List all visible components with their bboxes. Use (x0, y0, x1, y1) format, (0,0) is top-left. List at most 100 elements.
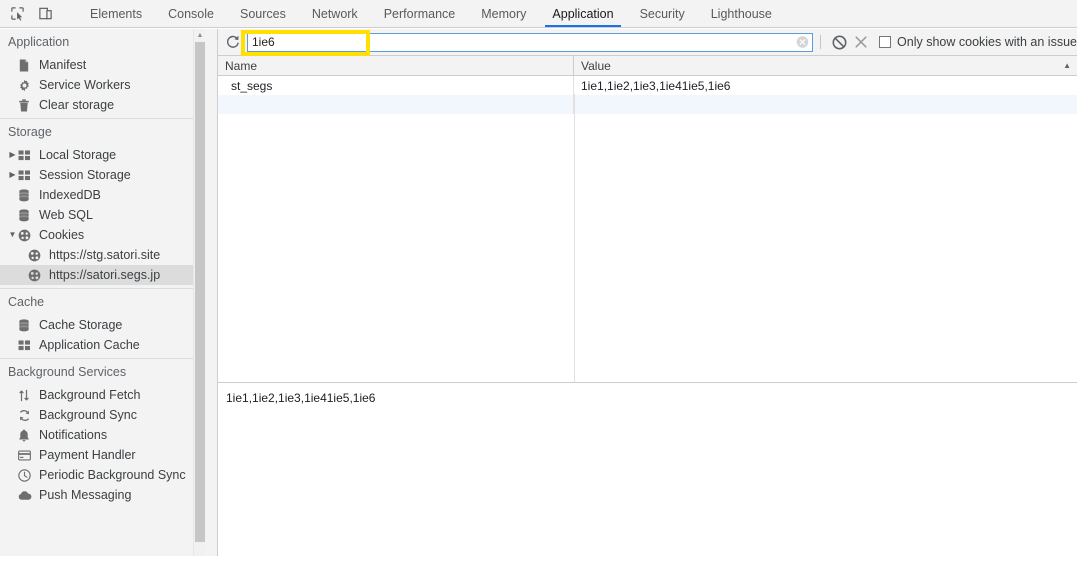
credit-card-icon-svg (18, 450, 31, 460)
tab-application[interactable]: Application (539, 0, 626, 27)
tab-label: Console (168, 6, 214, 21)
clock-icon (18, 468, 36, 482)
clock-icon-svg (18, 468, 31, 482)
trash-icon (18, 98, 36, 112)
device-toolbar-icon-svg (38, 7, 52, 20)
sidebar-item-web-sql[interactable]: Web SQL (0, 205, 205, 225)
checkbox-box[interactable] (879, 36, 892, 48)
database-icon (18, 208, 36, 222)
refresh-icon[interactable] (222, 31, 244, 53)
cell-cookie-value[interactable]: 1ie1,1ie2,1ie3,1ie41ie5,1ie6 (574, 76, 1077, 95)
tab-label: Security (639, 6, 685, 21)
sidebar-item-clear-storage[interactable]: Clear storage (0, 95, 205, 115)
tab-label: Performance (383, 6, 456, 21)
sidebar-item-label: Notifications (39, 427, 108, 442)
sidebar-item-background-fetch[interactable]: Background Fetch (0, 385, 205, 405)
sidebar-item-label: Cache Storage (39, 317, 123, 332)
sidebar-item-label: Web SQL (39, 207, 93, 222)
inspect-element-icon-svg (10, 7, 24, 21)
application-sidebar: Application Manifest Service Workers Cle… (0, 29, 205, 556)
column-separator[interactable] (574, 94, 575, 382)
tab-performance[interactable]: Performance (371, 0, 469, 27)
sidebar-item-label: Application Cache (39, 337, 140, 352)
sidebar-item-label: Background Sync (39, 407, 137, 422)
column-header-value[interactable]: Value ▲ (574, 56, 1077, 75)
tab-console[interactable]: Console (155, 0, 227, 27)
tab-elements[interactable]: Elements (77, 0, 155, 27)
block-clear-all-icon[interactable] (828, 31, 850, 53)
chevron-right-icon[interactable]: ▶ (7, 171, 18, 179)
tab-label: Application (552, 6, 614, 21)
sidebar-item-background-sync[interactable]: Background Sync (0, 405, 205, 425)
devtools-toolbar-icons (0, 0, 77, 27)
sidebar-item-cookie-origin-satori-segs-jp[interactable]: https://satori.segs.jp (0, 265, 205, 285)
clear-circle-icon[interactable] (796, 36, 809, 49)
chevron-down-icon[interactable]: ▼ (7, 231, 18, 239)
tab-sources[interactable]: Sources (227, 0, 299, 27)
filter-field-wrapper (247, 32, 814, 52)
sync-refresh-icon (18, 409, 36, 422)
sidebar-item-label: Local Storage (39, 147, 117, 162)
tab-label: Network (311, 6, 358, 21)
toolbar-divider (820, 35, 822, 49)
sidebar-item-label: Service Workers (39, 77, 131, 92)
manifest-document-icon-svg (19, 58, 29, 72)
column-header-name[interactable]: Name (218, 56, 574, 75)
sidebar-item-cookies[interactable]: ▼ Cookies (0, 225, 205, 245)
sidebar-item-label: IndexedDB (39, 187, 101, 202)
device-toolbar-icon[interactable] (34, 3, 56, 25)
sidebar-item-payment-handler[interactable]: Payment Handler (0, 445, 205, 465)
sidebar-scrollbar[interactable]: ▲ (193, 29, 205, 556)
cloud-icon (18, 490, 36, 501)
sidebar-item-service-workers[interactable]: Service Workers (0, 75, 205, 95)
clear-circle-icon-svg (796, 36, 809, 48)
database-icon-svg (19, 188, 29, 201)
chevron-right-icon[interactable]: ▶ (7, 151, 18, 159)
cell-cookie-name[interactable]: st_segs (218, 76, 574, 95)
tab-memory[interactable]: Memory (468, 0, 539, 27)
sidebar-item-session-storage[interactable]: ▶ Session Storage (0, 165, 205, 185)
sidebar-item-label: Manifest (39, 57, 87, 72)
cookies-data-grid: Name Value ▲ st_segs 1ie1,1ie2,1ie3,1ie4… (218, 56, 1077, 383)
sort-ascending-icon[interactable]: ▲ (1063, 61, 1071, 70)
bell-icon (18, 429, 36, 442)
gear-icon (18, 79, 36, 92)
database-icon-svg (19, 318, 29, 331)
sidebar-item-periodic-background-sync[interactable]: Periodic Background Sync (0, 465, 205, 485)
scroll-up-arrow-icon[interactable]: ▲ (194, 29, 205, 42)
only-show-issues-checkbox[interactable]: Only show cookies with an issue (879, 35, 1077, 49)
panel-tabs: Elements Console Sources Network Perform… (77, 0, 785, 27)
sidebar-item-cache-storage[interactable]: Cache Storage (0, 315, 205, 335)
close-x-icon[interactable] (850, 31, 872, 53)
sidebar-scrollbar-thumb[interactable] (195, 42, 205, 542)
column-header-label: Value (581, 58, 611, 73)
sync-refresh-icon-svg (19, 409, 30, 421)
tab-lighthouse[interactable]: Lighthouse (698, 0, 785, 27)
data-grid-header: Name Value ▲ (218, 56, 1077, 76)
credit-card-icon (18, 450, 36, 461)
sidebar-item-local-storage[interactable]: ▶ Local Storage (0, 145, 205, 165)
sidebar-item-application-cache[interactable]: Application Cache (0, 335, 205, 355)
table-row[interactable]: st_segs 1ie1,1ie2,1ie3,1ie41ie5,1ie6 (218, 76, 1077, 95)
cookie-icon-svg (28, 249, 41, 261)
tab-network[interactable]: Network (299, 0, 371, 27)
table-icon (18, 169, 36, 181)
sidebar-item-push-messaging[interactable]: Push Messaging (0, 485, 205, 505)
sidebar-item-label: Payment Handler (39, 447, 136, 462)
sidebar-item-cookie-origin-stg-satori-site[interactable]: https://stg.satori.site (0, 245, 205, 265)
filter-input[interactable] (247, 32, 814, 52)
sidebar-section-application: Application (8, 35, 70, 49)
sidebar-item-manifest[interactable]: Manifest (0, 55, 205, 75)
inspect-element-icon[interactable] (6, 3, 28, 25)
table-icon (18, 339, 36, 351)
block-clear-all-icon-svg (832, 35, 847, 49)
table-icon (18, 149, 36, 161)
sidebar-item-indexeddb[interactable]: IndexedDB (0, 185, 205, 205)
cookie-value-preview-text: 1ie1,1ie2,1ie3,1ie41ie5,1ie6 (226, 391, 376, 405)
database-icon-svg (19, 208, 29, 221)
cookies-toolbar: Only show cookies with an issue (218, 29, 1077, 56)
tab-security[interactable]: Security (627, 0, 698, 27)
data-grid-empty-area (218, 94, 1077, 382)
cookie-icon-svg (28, 269, 41, 281)
sidebar-item-notifications[interactable]: Notifications (0, 425, 205, 445)
